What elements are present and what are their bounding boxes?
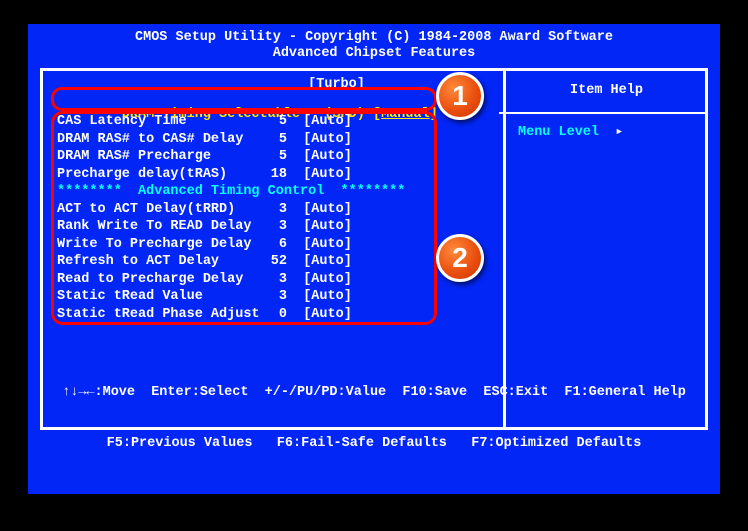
help-bar: ↑↓→←:Move Enter:Select +/-/PU/PD:Value F… — [28, 350, 720, 486]
header: CMOS Setup Utility - Copyright (C) 1984-… — [28, 24, 720, 62]
help-line-1: ↑↓→←:Move Enter:Select +/-/PU/PD:Value F… — [28, 384, 720, 401]
cas-latency-time[interactable]: CAS Latency Time5 [Auto] — [57, 113, 405, 131]
refresh-to-act-delay[interactable]: Refresh to ACT Delay52 [Auto] — [57, 253, 405, 271]
annotation-callout-1: 1 — [436, 72, 484, 120]
read-to-precharge-delay[interactable]: Read to Precharge Delay3 [Auto] — [57, 271, 405, 289]
precharge-delay-tras[interactable]: Precharge delay(tRAS)18 [Auto] — [57, 166, 405, 184]
item-help-title: Item Help — [506, 71, 707, 98]
annotation-callout-2: 2 — [436, 234, 484, 282]
chevron-right-icon: ▸ — [615, 125, 623, 140]
rank-write-to-read-delay[interactable]: Rank Write To READ Delay3 [Auto] — [57, 218, 405, 236]
bios-screen: CMOS Setup Utility - Copyright (C) 1984-… — [28, 24, 720, 494]
static-tread-value[interactable]: Static tRead Value3 [Auto] — [57, 288, 405, 306]
dram-ras-precharge[interactable]: DRAM RAS# Precharge5 [Auto] — [57, 148, 405, 166]
write-to-precharge-delay[interactable]: Write To Precharge Delay6 [Auto] — [57, 236, 405, 254]
timing-list: CAS Latency Time5 [Auto] DRAM RAS# to CA… — [57, 113, 405, 323]
advanced-timing-header: ******** Advanced Timing Control *******… — [57, 183, 405, 201]
menu-level: Menu Level ▸ — [518, 123, 623, 140]
static-tread-phase-adjust[interactable]: Static tRead Phase Adjust0 [Auto] — [57, 306, 405, 324]
act-to-act-delay[interactable]: ACT to ACT Delay(tRRD)3 [Auto] — [57, 201, 405, 219]
header-title-2: Advanced Chipset Features — [28, 46, 720, 62]
dram-ras-to-cas-delay[interactable]: DRAM RAS# to CAS# Delay5 [Auto] — [57, 131, 405, 149]
help-line-2: F5:Previous Values F6:Fail-Safe Defaults… — [28, 435, 720, 452]
header-title-1: CMOS Setup Utility - Copyright (C) 1984-… — [28, 30, 720, 46]
prev-value-hint: [Turbo] — [57, 77, 365, 92]
